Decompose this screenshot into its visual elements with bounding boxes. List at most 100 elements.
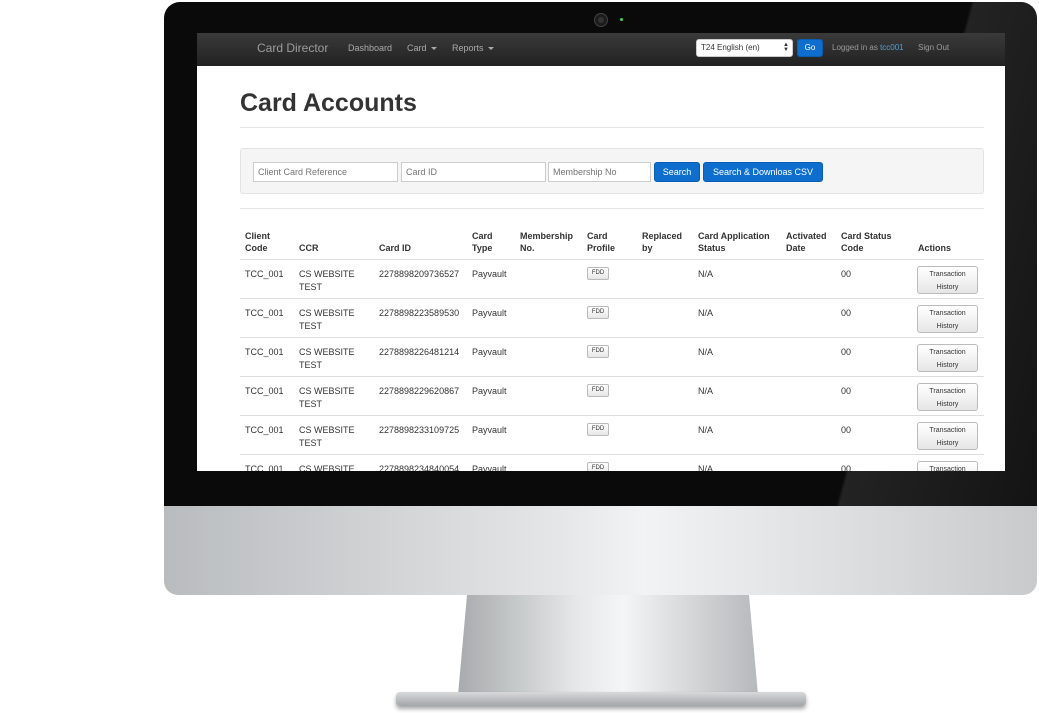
caret-down-icon [430,47,437,51]
cell-card-type: Payvault [472,308,507,318]
card-profile-button[interactable]: FDD [587,462,609,471]
cell-ccr: CS WEBSITETEST [299,347,355,370]
header-card-id[interactable]: Card ID [379,242,411,254]
search-panel: Search Search & Downloas CSV [240,148,984,194]
logged-in-text: Logged in as tcc001 [832,43,904,52]
cell-card-status-code: 00 [841,269,852,279]
cell-card-type: Payvault [472,425,507,435]
transaction-history-button[interactable]: TransactionHistory [917,266,978,294]
table-body: TCC_001 CS WEBSITE TEST 2278898209736527 … [240,260,984,471]
cell-client-code: TCC_001 [245,308,284,318]
header-card-type[interactable]: Card Type [472,230,493,254]
cell-card-id: 2278898233109725 [379,425,460,435]
table-row: TCC_001 CS WEBSITE TEST 2278898223589530 … [240,299,984,338]
cell-ccr: CS WEBSITETEST [299,464,355,471]
nav-reports-dropdown[interactable]: Reports [452,43,494,53]
nav-card-label: Card [407,43,427,53]
header-client-code[interactable]: Client Code [245,230,270,254]
cell-card-type: Payvault [472,464,507,471]
cell-application-status: N/A [698,386,714,396]
cell-card-status-code: 00 [841,386,852,396]
cell-ccr: CS WEBSITETEST [299,425,355,448]
header-activated-date[interactable]: Activated Date [786,230,827,254]
cell-application-status: N/A [698,425,714,435]
header-card-status-code[interactable]: Card Status Code [841,230,892,254]
username-link[interactable]: tcc001 [880,43,904,52]
table-row: TCC_001 CS WEBSITE TEST 2278898209736527 … [240,260,984,299]
cell-application-status: N/A [698,308,714,318]
table-row: TCC_001 CS WEBSITETEST 2278898234840054 … [240,455,984,471]
nav-card-dropdown[interactable]: Card [407,43,437,53]
cell-client-code: TCC_001 [245,269,284,279]
cell-card-id: 2278898226481214 [379,347,460,357]
cell-card-id: 2278898229620867 [379,386,460,396]
cell-card-status-code: 00 [841,425,852,435]
cell-application-status: N/A [698,347,714,357]
screen: Card Director Dashboard Card Reports T24… [197,33,1005,471]
header-replaced-by[interactable]: Replaced by [642,230,682,254]
monitor-stand [458,595,758,695]
card-profile-button[interactable]: FDD [587,384,609,397]
cell-client-code: TCC_001 [245,347,284,357]
card-profile-button[interactable]: FDD [587,306,609,319]
brand-link[interactable]: Card Director [257,41,328,55]
select-arrows-icon: ▲ ▼ [783,42,789,53]
monitor-chin [164,506,1037,595]
transaction-history-button[interactable]: TransactionHistory [917,461,978,471]
table-row: TCC_001 CS WEBSITE TEST 2278898233109725 … [240,416,984,455]
table-header: Client Code CCR Card ID Card Type Membersh… [240,223,984,260]
cell-ccr: CS WEBSITETEST [299,386,355,409]
cell-card-id: 2278898209736527 [379,269,460,279]
divider [240,208,984,209]
card-profile-button[interactable]: FDD [587,267,609,280]
cell-card-status-code: 00 [841,464,852,471]
logged-in-prefix: Logged in as [832,43,878,52]
sign-out-link[interactable]: Sign Out [918,43,949,52]
table-row: TCC_001 CS WEBSITE TEST 2278898226481214 … [240,338,984,377]
page-title: Card Accounts [240,89,417,117]
cell-card-id: 2278898223589530 [379,308,460,318]
cell-card-type: Payvault [472,269,507,279]
membership-no-input[interactable] [548,162,651,182]
header-application-status[interactable]: Card Application Status [698,230,770,254]
language-select-value: T24 English (en) [701,43,760,52]
cell-application-status: N/A [698,464,714,471]
cell-client-code: TCC_001 [245,464,284,471]
header-ccr[interactable]: CCR [299,242,319,254]
cell-card-status-code: 00 [841,308,852,318]
card-profile-button[interactable]: FDD [587,423,609,436]
monitor-stand-base [396,692,806,706]
divider [240,127,984,128]
header-membership-no[interactable]: Membership No. [520,230,573,254]
language-select[interactable]: T24 English (en) ▲ ▼ [696,39,793,57]
header-actions: Actions [918,243,952,253]
table-row: TCC_001 CS WEBSITE TEST 2278898229620867 … [240,377,984,416]
search-button[interactable]: Search [654,162,700,182]
cell-card-status-code: 00 [841,347,852,357]
top-navbar: Card Director Dashboard Card Reports T24… [197,33,1005,66]
client-card-reference-input[interactable] [253,162,398,182]
card-accounts-table: Client Code CCR Card ID Card Type Membersh… [240,223,984,471]
cell-client-code: TCC_001 [245,425,284,435]
card-id-input[interactable] [401,162,546,182]
cell-ccr: CS WEBSITETEST [299,269,355,292]
transaction-history-button[interactable]: TransactionHistory [917,422,978,450]
cell-client-code: TCC_001 [245,386,284,396]
transaction-history-button[interactable]: TransactionHistory [917,305,978,333]
webcam-icon [595,14,607,26]
cell-card-type: Payvault [472,386,507,396]
go-button[interactable]: Go [797,39,823,57]
search-download-csv-button[interactable]: Search & Downloas CSV [703,162,823,182]
cell-card-id: 2278898234840054 [379,464,460,471]
card-profile-button[interactable]: FDD [587,345,609,358]
transaction-history-button[interactable]: TransactionHistory [917,344,978,372]
header-card-profile[interactable]: Card Profile [587,230,615,254]
cell-card-type: Payvault [472,347,507,357]
cell-ccr: CS WEBSITETEST [299,308,355,331]
caret-down-icon [487,47,494,51]
nav-dashboard[interactable]: Dashboard [348,43,392,53]
transaction-history-button[interactable]: TransactionHistory [917,383,978,411]
cell-application-status: N/A [698,269,714,279]
webcam-led-icon [620,18,623,21]
nav-reports-label: Reports [452,43,484,53]
